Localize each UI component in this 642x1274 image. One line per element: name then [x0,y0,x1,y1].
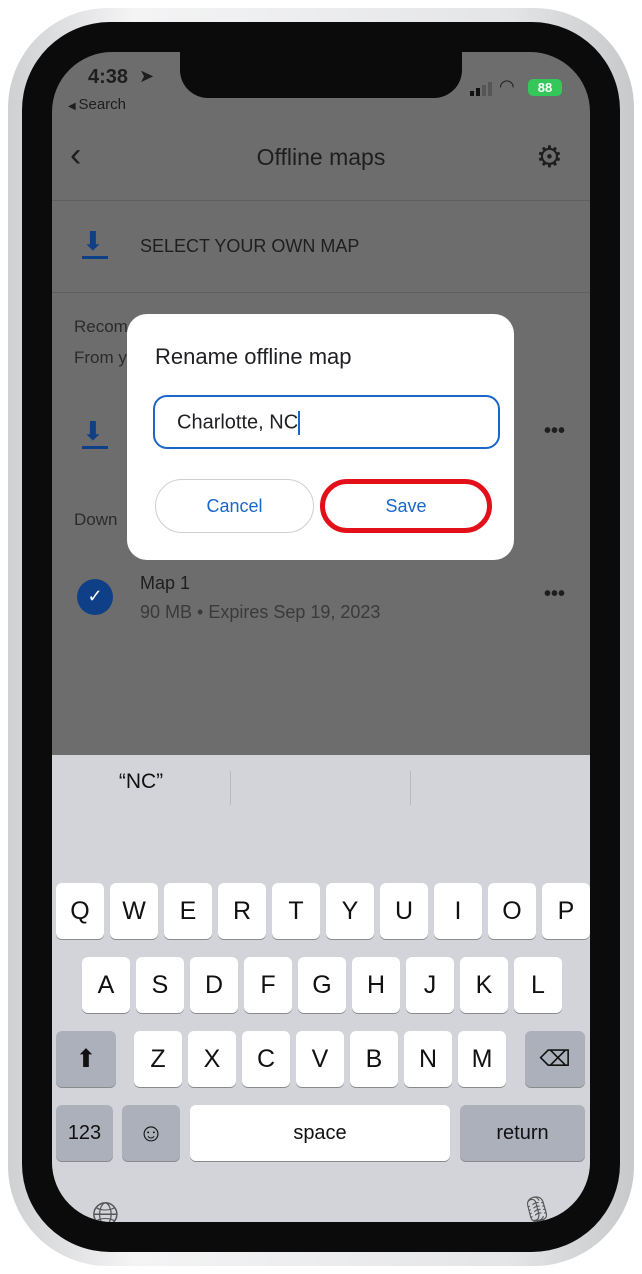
download-icon: ⬇ [82,226,104,256]
suggestion-1[interactable]: “NC” [52,770,230,794]
shift-key[interactable]: ⬆ [56,1031,116,1087]
key-n[interactable]: N [404,1031,452,1087]
key-e[interactable]: E [164,883,212,939]
download-icon-base [82,256,108,259]
downloaded-title: Down [74,510,118,529]
globe-icon[interactable]: 🌐︎ [92,1196,119,1222]
text-cursor [298,411,301,435]
key-r[interactable]: R [218,883,266,939]
microphone-icon[interactable]: 🎙︎ [518,1195,556,1222]
key-d[interactable]: D [190,957,238,1013]
key-m[interactable]: M [458,1031,506,1087]
key-l[interactable]: L [514,957,562,1013]
signal-icon [470,82,492,96]
key-o[interactable]: O [488,883,536,939]
key-c[interactable]: C [242,1031,290,1087]
divider [52,292,590,293]
space-key[interactable]: space [190,1105,450,1161]
more-options-icon[interactable]: ••• [544,420,565,443]
suggestion-divider [410,771,411,805]
battery-indicator: 88 [528,79,562,96]
map-details: 90 MB • Expires Sep 19, 2023 [140,602,381,622]
key-a[interactable]: A [82,957,130,1013]
key-k[interactable]: K [460,957,508,1013]
back-to-app[interactable]: ◀ Search [68,96,126,113]
key-b[interactable]: B [350,1031,398,1087]
cancel-button[interactable]: Cancel [155,479,314,533]
settings-gear-icon[interactable]: ⚙ [536,140,563,175]
downloaded-check-icon: ✓ [77,579,113,615]
key-u[interactable]: U [380,883,428,939]
key-p[interactable]: P [542,883,590,939]
key-f[interactable]: F [244,957,292,1013]
key-i[interactable]: I [434,883,482,939]
emoji-key[interactable]: ☺ [122,1105,180,1161]
select-own-map-row[interactable]: ⬇ SELECT YOUR OWN MAP [52,222,590,272]
page-title: Offline maps [256,144,386,170]
dialog-title: Rename offline map [155,344,352,369]
recommended-subtitle: From y [74,348,127,367]
download-icon-base [82,446,108,449]
keyboard: “NC” QWERTYUIOPASDFGHJKLZXCVBNM ⬆ ⌫ 123 … [52,755,590,1222]
location-icon: ➤ [139,66,155,86]
rename-dialog: Rename offline map Charlotte, NC Cancel … [127,314,514,560]
back-triangle-icon: ◀ [68,101,79,112]
back-app-label: Search [78,96,126,113]
key-q[interactable]: Q [56,883,104,939]
key-h[interactable]: H [352,957,400,1013]
save-button[interactable]: Save [320,479,492,533]
map-name: Map 1 [140,573,191,593]
key-x[interactable]: X [188,1031,236,1087]
divider [52,200,590,201]
status-time: 4:38 [88,66,129,88]
key-t[interactable]: T [272,883,320,939]
return-key[interactable]: return [460,1105,585,1161]
delete-key[interactable]: ⌫ [525,1031,585,1087]
map-list-item[interactable]: ✓ Map 1 90 MB • Expires Sep 19, 2023 ••• [52,567,590,627]
key-g[interactable]: G [298,957,346,1013]
map-name-input-value: Charlotte, NC [177,411,299,434]
map-name-input[interactable]: Charlotte, NC [153,395,500,449]
key-w[interactable]: W [110,883,158,939]
screen: 4:38 ➤ ◀ Search ◠ 88 ‹ Offline maps ⚙ ⬇ … [52,52,590,1222]
map-more-options-icon[interactable]: ••• [544,583,565,606]
key-v[interactable]: V [296,1031,344,1087]
select-own-map-label: SELECT YOUR OWN MAP [140,236,360,256]
numbers-key[interactable]: 123 [56,1105,113,1161]
key-j[interactable]: J [406,957,454,1013]
key-z[interactable]: Z [134,1031,182,1087]
recommended-download-icon[interactable]: ⬇ [82,416,104,447]
recommended-title: Recom [74,317,128,336]
key-s[interactable]: S [136,957,184,1013]
key-y[interactable]: Y [326,883,374,939]
suggestion-divider [230,771,231,805]
notch [180,52,462,98]
wifi-icon: ◠ [499,76,515,96]
